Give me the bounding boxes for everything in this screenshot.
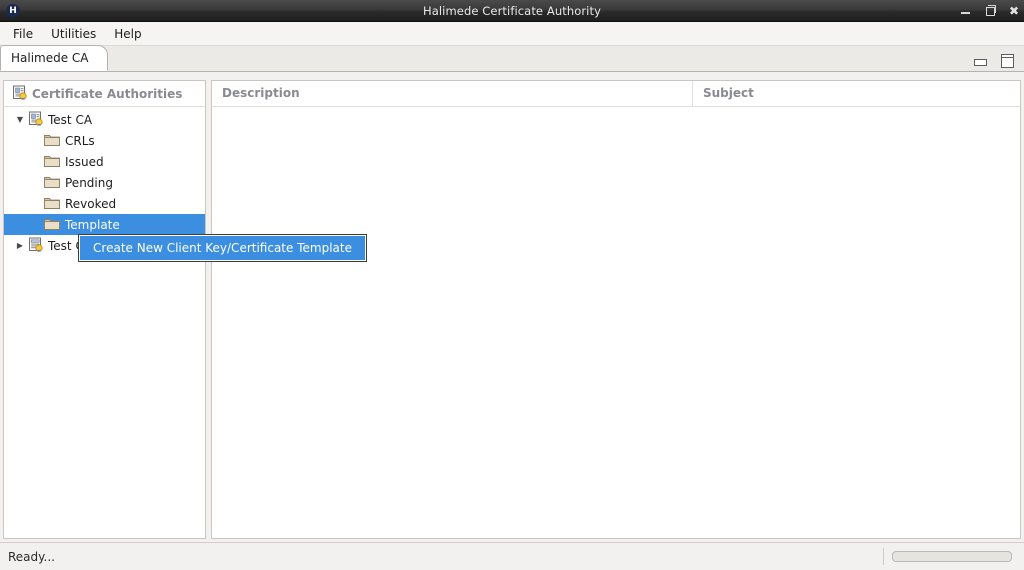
tree-item-pending[interactable]: Pending (4, 172, 205, 193)
folder-icon (44, 175, 60, 191)
list-column-header: Description Subject (212, 81, 1020, 107)
certificate-authority-icon (28, 111, 43, 129)
tree-item-template[interactable]: Template (4, 214, 205, 235)
window-close-icon[interactable]: ✖ (1008, 5, 1020, 17)
tab-view-tools (974, 54, 1014, 68)
window-controls: ✖ (960, 0, 1020, 21)
folder-icon (44, 154, 60, 170)
window-minimize-icon[interactable] (960, 5, 972, 17)
tree-item-label: Issued (65, 154, 104, 169)
context-menu-item-create-new-client-key-certificate-template[interactable]: Create New Client Key/Certificate Templa… (80, 236, 365, 260)
menubar: File Utilities Help (0, 22, 1024, 46)
status-right-group (883, 548, 1012, 565)
folder-icon (44, 196, 60, 212)
progress-bar (892, 551, 1012, 562)
view-maximize-icon[interactable] (1001, 54, 1014, 68)
tree-item-revoked[interactable]: Revoked (4, 193, 205, 214)
chevron-right-icon[interactable]: ▶ (12, 241, 28, 250)
chevron-down-icon[interactable]: ▼ (12, 115, 28, 124)
tree-item-issued[interactable]: Issued (4, 151, 205, 172)
tree-item-label: Template (65, 217, 120, 232)
window-titlebar: H Halimede Certificate Authority ✖ (0, 0, 1024, 22)
column-header-subject[interactable]: Subject (693, 81, 1020, 106)
tree-item-test-ca[interactable]: ▼ Test CA (4, 109, 205, 130)
statusbar: Ready... (0, 542, 1024, 570)
tree-item-label: Revoked (65, 196, 117, 211)
tree-item-label: Pending (65, 175, 113, 190)
window-title: Halimede Certificate Authority (422, 3, 601, 18)
menu-item-file[interactable]: File (4, 24, 42, 44)
window-maximize-icon[interactable] (984, 4, 996, 17)
folder-icon (44, 217, 60, 233)
app-logo-icon: H (6, 3, 20, 18)
tree-item-crls[interactable]: CRLs (4, 130, 205, 151)
tree-item-label: Test CA (48, 112, 93, 127)
certificate-authority-locked-icon (28, 237, 43, 255)
context-menu: Create New Client Key/Certificate Templa… (78, 234, 367, 262)
panel-title: Certificate Authorities (32, 86, 183, 101)
menu-item-help[interactable]: Help (105, 24, 150, 44)
tree-item-label: CRLs (65, 133, 95, 148)
certificate-authorities-header: Certificate Authorities (4, 81, 205, 107)
certificate-authorities-panel: Certificate Authorities ▼ Test CA CRLs I… (3, 80, 206, 539)
status-message: Ready... (8, 549, 55, 564)
tabstrip: Halimede CA (0, 45, 1024, 72)
certificates-list-panel: Description Subject (211, 80, 1021, 539)
view-minimize-icon[interactable] (974, 56, 987, 67)
tab-label: Halimede CA (11, 51, 89, 65)
tab-halimede-ca[interactable]: Halimede CA (0, 45, 108, 71)
column-header-description[interactable]: Description (212, 81, 693, 106)
status-divider (883, 548, 884, 565)
folder-icon (44, 133, 60, 149)
workarea: Certificate Authorities ▼ Test CA CRLs I… (0, 76, 1024, 543)
certificate-authority-icon (12, 85, 27, 103)
menu-item-utilities[interactable]: Utilities (42, 24, 105, 44)
